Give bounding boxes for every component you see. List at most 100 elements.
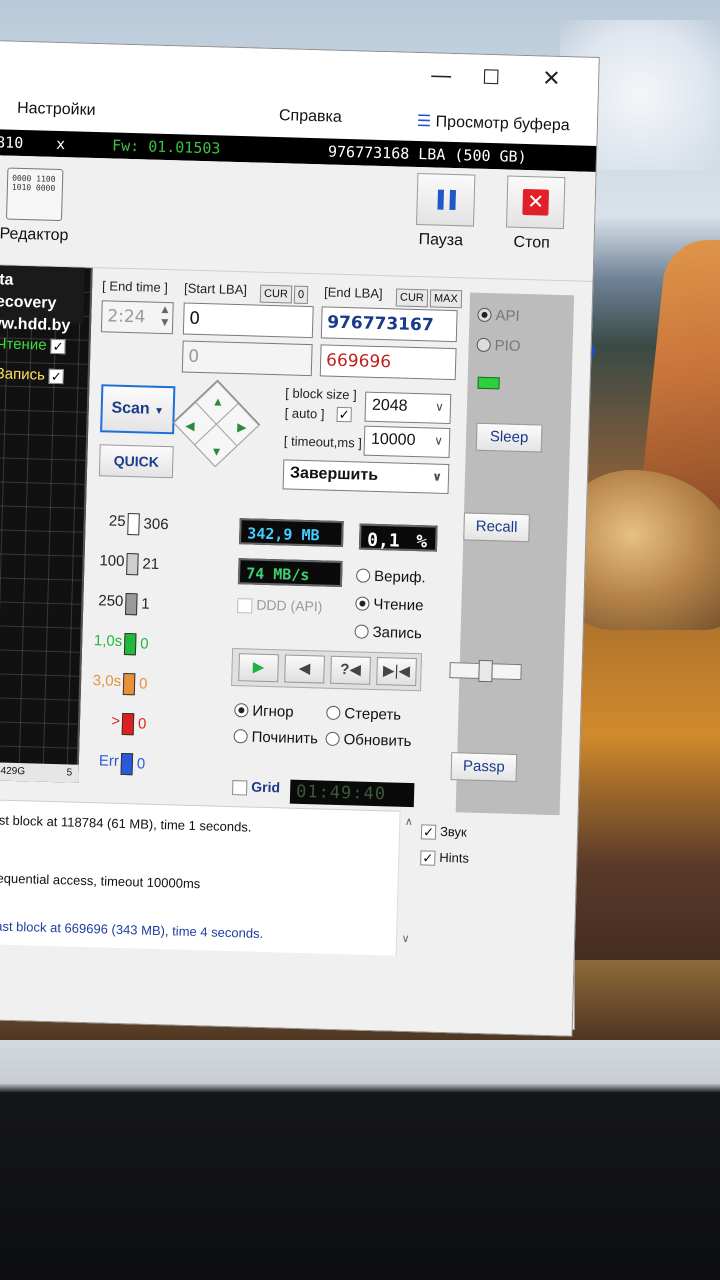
mode-write[interactable]: Запись [354, 623, 422, 642]
options-checks: ✓ Звук ✓ Hints [420, 823, 470, 866]
end-time-field[interactable]: 2:24 ▲ ▼ [100, 300, 174, 335]
log-scrollbar[interactable]: ∧ ∨ [395, 810, 418, 957]
radio-icon [233, 729, 248, 744]
legend-swatch [123, 632, 137, 656]
action-erase[interactable]: Стереть [326, 705, 401, 724]
legend-count: 0 [138, 675, 148, 693]
end-button[interactable]: ▶|◀ [376, 657, 417, 687]
action-ignore[interactable]: Игнор [234, 702, 294, 721]
speed-display: 74 MB/s [237, 558, 343, 588]
legend-swatch [120, 752, 134, 776]
end-lba-label: [End LBA] [323, 284, 383, 302]
start-lba-input[interactable]: 0 [182, 302, 314, 339]
start-zero-button[interactable]: 0 [293, 285, 309, 304]
radio-icon [354, 624, 369, 639]
block-size-select[interactable]: 2048 ∨ [364, 391, 452, 425]
log-panel: , Last block at 118784 (61 MB), time 1 s… [0, 798, 418, 957]
chevron-down-icon: ∨ [433, 433, 444, 448]
radio-icon [325, 731, 340, 747]
sound-check[interactable]: ✓ Звук [420, 823, 470, 840]
size-done-display: 342,9 MB [239, 518, 344, 548]
radio-icon [234, 703, 249, 718]
arrow-right-icon: ▶ [237, 420, 247, 435]
grid-check[interactable]: Grid [232, 778, 280, 796]
pause-label: Пауза [418, 231, 464, 250]
slider-thumb[interactable] [478, 659, 493, 683]
victoria-main-window: — ☐ ✕ Настройки Справка ☰ Просмотр буфер… [0, 40, 600, 1037]
legend-label: 3,0s [92, 672, 122, 690]
stop-button[interactable]: ✕ [505, 175, 566, 230]
timeout-label: [ timeout,ms ] [283, 433, 363, 451]
arrow-up-icon: ▲ [211, 394, 225, 409]
graph-axis: 429G 5 [0, 761, 79, 783]
mode-api[interactable]: API [477, 307, 520, 325]
legend-count: 0 [136, 755, 146, 773]
grid-timer: 01:49:40 [289, 779, 415, 808]
back-button[interactable]: ◀ [284, 654, 325, 684]
player-controls: ▶ ◀ ?◀ ▶|◀ [231, 647, 423, 692]
skip-button[interactable]: ?◀ [330, 655, 371, 685]
action-refresh[interactable]: Обновить [325, 731, 412, 750]
legend-count: 306 [143, 515, 169, 534]
recall-button[interactable]: Recall [463, 512, 530, 543]
speed-slider[interactable] [449, 659, 522, 683]
action-repair[interactable]: Починить [233, 728, 318, 747]
ddd-api-check[interactable]: DDD (API) [237, 596, 323, 615]
check-icon: ✓ [420, 850, 436, 866]
legend-swatch [124, 593, 138, 616]
percent-display: 0,1% [358, 523, 438, 552]
end-lba-input[interactable]: 976773167 [320, 306, 458, 343]
legend-label: 100 [99, 552, 125, 570]
menu-help[interactable]: Справка [279, 107, 342, 127]
radio-icon [476, 337, 491, 353]
write-graph-check[interactable]: Запись ✓ [0, 365, 65, 384]
editor-icon[interactable]: 0000 1100 1010 0000 [5, 167, 64, 222]
start-cur-button[interactable]: CUR [259, 284, 293, 304]
legend-count: 0 [137, 715, 147, 733]
pause-button[interactable] [416, 172, 476, 227]
maximize-icon[interactable]: ☐ [482, 65, 501, 89]
quick-button[interactable]: QUICK [98, 444, 174, 479]
passport-button[interactable]: Passp [450, 752, 518, 782]
menu-settings[interactable]: Настройки [17, 100, 96, 120]
spinner-icon[interactable]: ▲ ▼ [161, 304, 169, 330]
radio-icon [355, 596, 370, 611]
mode-verify[interactable]: Вериф. [355, 567, 426, 586]
end-cur-button[interactable]: CUR [395, 288, 429, 308]
auto-label: [ auto ] [284, 405, 325, 422]
legend-label: Err [98, 752, 120, 770]
menu-buffer-view[interactable]: ☰ Просмотр буфера [417, 111, 570, 135]
scroll-down-icon[interactable]: ∨ [397, 932, 414, 945]
minimize-icon[interactable]: — [430, 63, 453, 89]
radio-icon [326, 705, 341, 721]
checkbox-icon [232, 779, 248, 796]
editor-label: Редактор [0, 225, 69, 245]
legend-count: 0 [139, 635, 149, 653]
arrow-down-icon: ▼ [210, 444, 223, 459]
play-button[interactable]: ▶ [238, 653, 279, 683]
chevron-down-icon: ∨ [432, 469, 443, 484]
auto-checkbox[interactable]: ✓ [336, 406, 352, 423]
current-lba: 669696 [319, 344, 457, 381]
buffer-icon: ☰ [416, 112, 432, 131]
finish-action-select[interactable]: Завершить ∨ [282, 459, 450, 494]
close-icon[interactable]: ✕ [542, 66, 561, 92]
hints-check[interactable]: ✓ Hints [420, 849, 469, 866]
legend-swatch [127, 513, 140, 536]
scan-button[interactable]: Scan ▼ [100, 384, 176, 435]
radio-icon [477, 307, 492, 323]
read-graph-check[interactable]: Чтение ✓ [0, 335, 66, 354]
check-icon: ✓ [420, 824, 437, 840]
mode-pio[interactable]: PIO [476, 337, 521, 355]
status-led [477, 376, 500, 390]
monitor-bezel [0, 1040, 720, 1280]
mode-read[interactable]: Чтение [355, 595, 424, 614]
scroll-up-icon[interactable]: ∧ [400, 815, 417, 828]
sleep-button[interactable]: Sleep [475, 422, 543, 453]
end-max-button[interactable]: MAX [429, 289, 463, 309]
legend-swatch [126, 553, 139, 576]
radio-icon [355, 568, 371, 583]
scan-graph: ata recovery ww.hdd.by Чтение ✓ Запись ✓ 4… [0, 264, 93, 783]
timeout-select[interactable]: 10000 ∨ [363, 425, 451, 458]
drive-close[interactable]: x [56, 135, 66, 153]
